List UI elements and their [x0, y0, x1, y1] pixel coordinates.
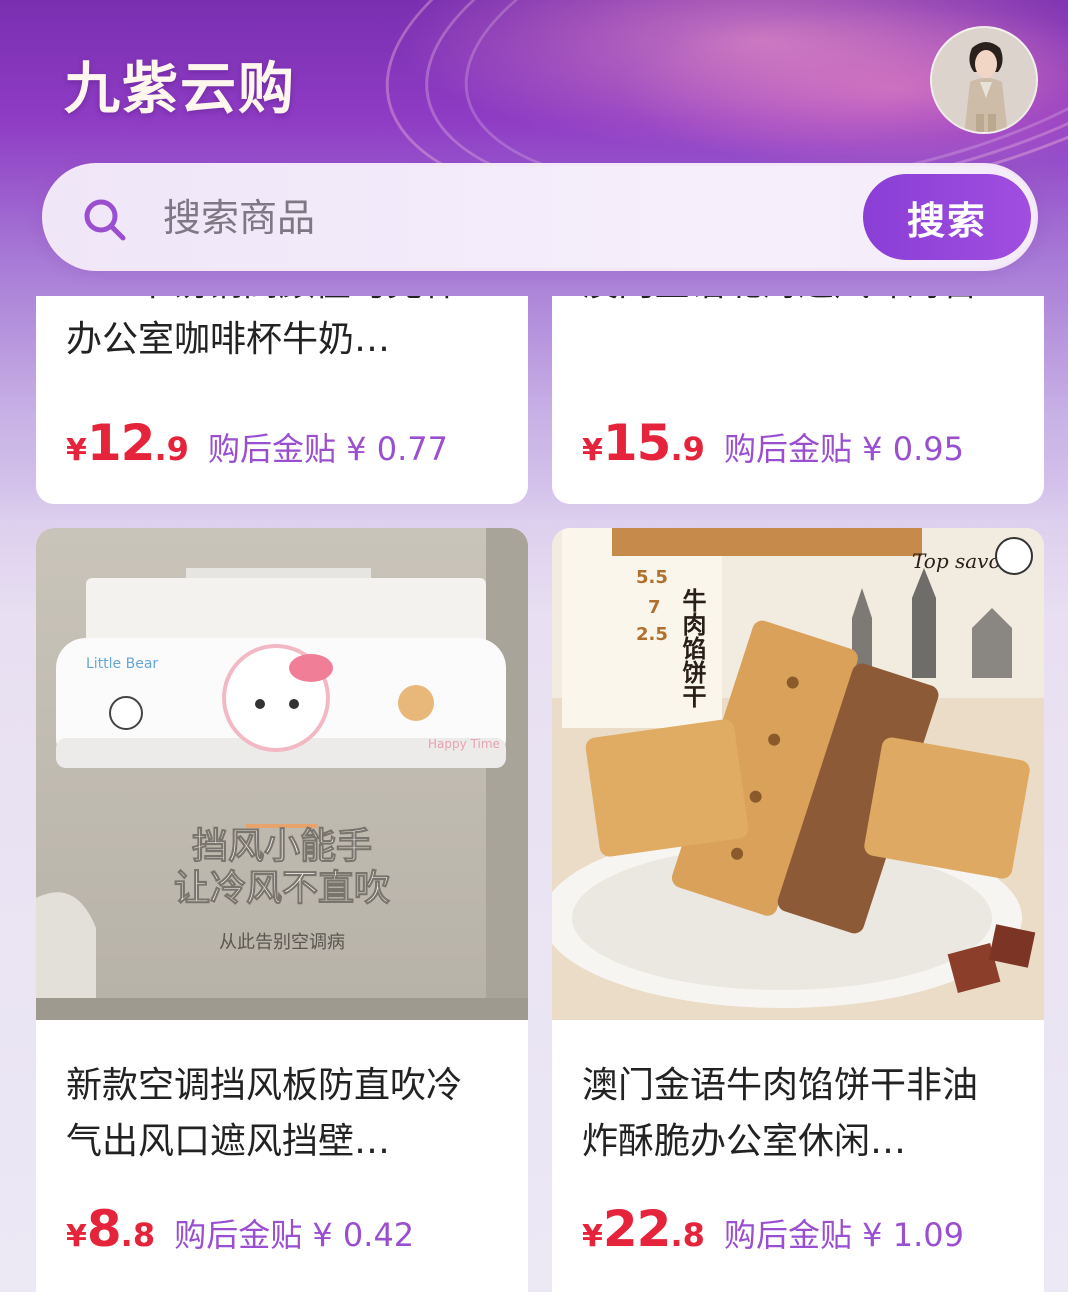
product-grid: 304不锈钢高颜值马克杯办公室咖啡杯牛奶… ¥12.9 购后金贴 ¥ 0.77 …: [0, 296, 1068, 1292]
avatar[interactable]: [930, 26, 1038, 134]
app-title: 九紫云购: [64, 57, 296, 122]
subsidy-value: ¥ 0.77: [346, 430, 448, 468]
image-brand: Little Bear: [86, 656, 158, 672]
image-headline-1: 挡风小能手: [192, 826, 372, 867]
product-image: 牛肉馅饼干 Top savor 5.5 7 2.5: [552, 528, 1044, 1020]
product-card[interactable]: 挡风小能手 让冷风不直吹 从此告别空调病 Little Bear Happy T…: [36, 528, 528, 1292]
price-row: ¥8.8 购后金贴 ¥ 0.42: [66, 1200, 414, 1258]
product-card[interactable]: 304不锈钢高颜值马克杯办公室咖啡杯牛奶… ¥12.9 购后金贴 ¥ 0.77: [36, 296, 528, 504]
price-decimal: .9: [670, 430, 705, 468]
subsidy-label: 购后金贴 ¥ 0.77: [208, 430, 448, 468]
price-integer: 22: [602, 1200, 672, 1258]
search-button[interactable]: 搜索: [863, 174, 1031, 260]
image-tag: Happy Time: [428, 737, 500, 751]
subsidy-value: ¥ 0.95: [862, 430, 964, 468]
app-header: 九紫云购: [0, 0, 1068, 150]
image-stat-3: 2.5: [636, 624, 668, 645]
price-integer: 12: [86, 414, 156, 472]
price-row: ¥15.9 购后金贴 ¥ 0.95: [582, 414, 964, 472]
subsidy-text: 购后金贴: [207, 430, 336, 468]
subsidy-text: 购后金贴: [723, 430, 852, 468]
product-title: 澳门金语牛肉馅饼干非油炸酥脆办公室休闲…: [582, 1065, 979, 1162]
product-title: 澳门金语北海道风味海苔: [582, 296, 1002, 312]
image-box-title: 牛肉馅饼干: [678, 588, 706, 708]
subsidy-label: 购后金贴 ¥ 0.42: [174, 1216, 414, 1254]
price-symbol: ¥: [582, 433, 603, 468]
subsidy-label: 购后金贴 ¥ 1.09: [724, 1216, 964, 1254]
price-row: ¥12.9 购后金贴 ¥ 0.77: [66, 414, 448, 472]
quality-badge-icon: [995, 537, 1033, 575]
subsidy-value: ¥ 0.42: [312, 1216, 415, 1254]
subsidy-text: 购后金贴: [174, 1216, 303, 1254]
price-decimal: .8: [120, 1216, 156, 1254]
product-card[interactable]: 澳门金语北海道风味海苔 ¥15.9 购后金贴 ¥ 0.95: [552, 296, 1044, 504]
price-symbol: ¥: [66, 433, 87, 468]
image-stat-1: 5.5: [636, 567, 668, 588]
subsidy-value: ¥ 1.09: [862, 1216, 964, 1254]
price-symbol: ¥: [582, 1219, 603, 1254]
price-integer: 15: [602, 414, 672, 472]
search-bar: 搜索: [42, 163, 1038, 271]
search-input[interactable]: [163, 186, 803, 250]
subsidy-label: 购后金贴 ¥ 0.95: [724, 430, 964, 468]
price-symbol: ¥: [66, 1219, 87, 1254]
product-title: 304不锈钢高颜值马克杯办公室咖啡杯牛奶…: [66, 296, 459, 360]
subsidy-text: 购后金贴: [723, 1216, 852, 1254]
avatar-image: [932, 28, 1036, 132]
product-card[interactable]: 牛肉馅饼干 Top savor 5.5 7 2.5 澳门金语牛肉馅饼干非油炸酥脆…: [552, 528, 1044, 1292]
price-decimal: .9: [154, 430, 189, 468]
product-image: 挡风小能手 让冷风不直吹 从此告别空调病 Little Bear Happy T…: [36, 528, 528, 1020]
image-stat-2: 7: [648, 597, 661, 618]
price-row: ¥22.8 购后金贴 ¥ 1.09: [582, 1200, 964, 1258]
search-icon: [84, 199, 126, 241]
image-caption: 从此告别空调病: [219, 932, 345, 953]
image-headline-2: 让冷风不直吹: [174, 868, 390, 909]
price-decimal: .8: [670, 1216, 705, 1254]
price-integer: 8: [86, 1200, 122, 1258]
product-title: 新款空调挡风板防直吹冷气出风口遮风挡壁…: [66, 1065, 463, 1162]
